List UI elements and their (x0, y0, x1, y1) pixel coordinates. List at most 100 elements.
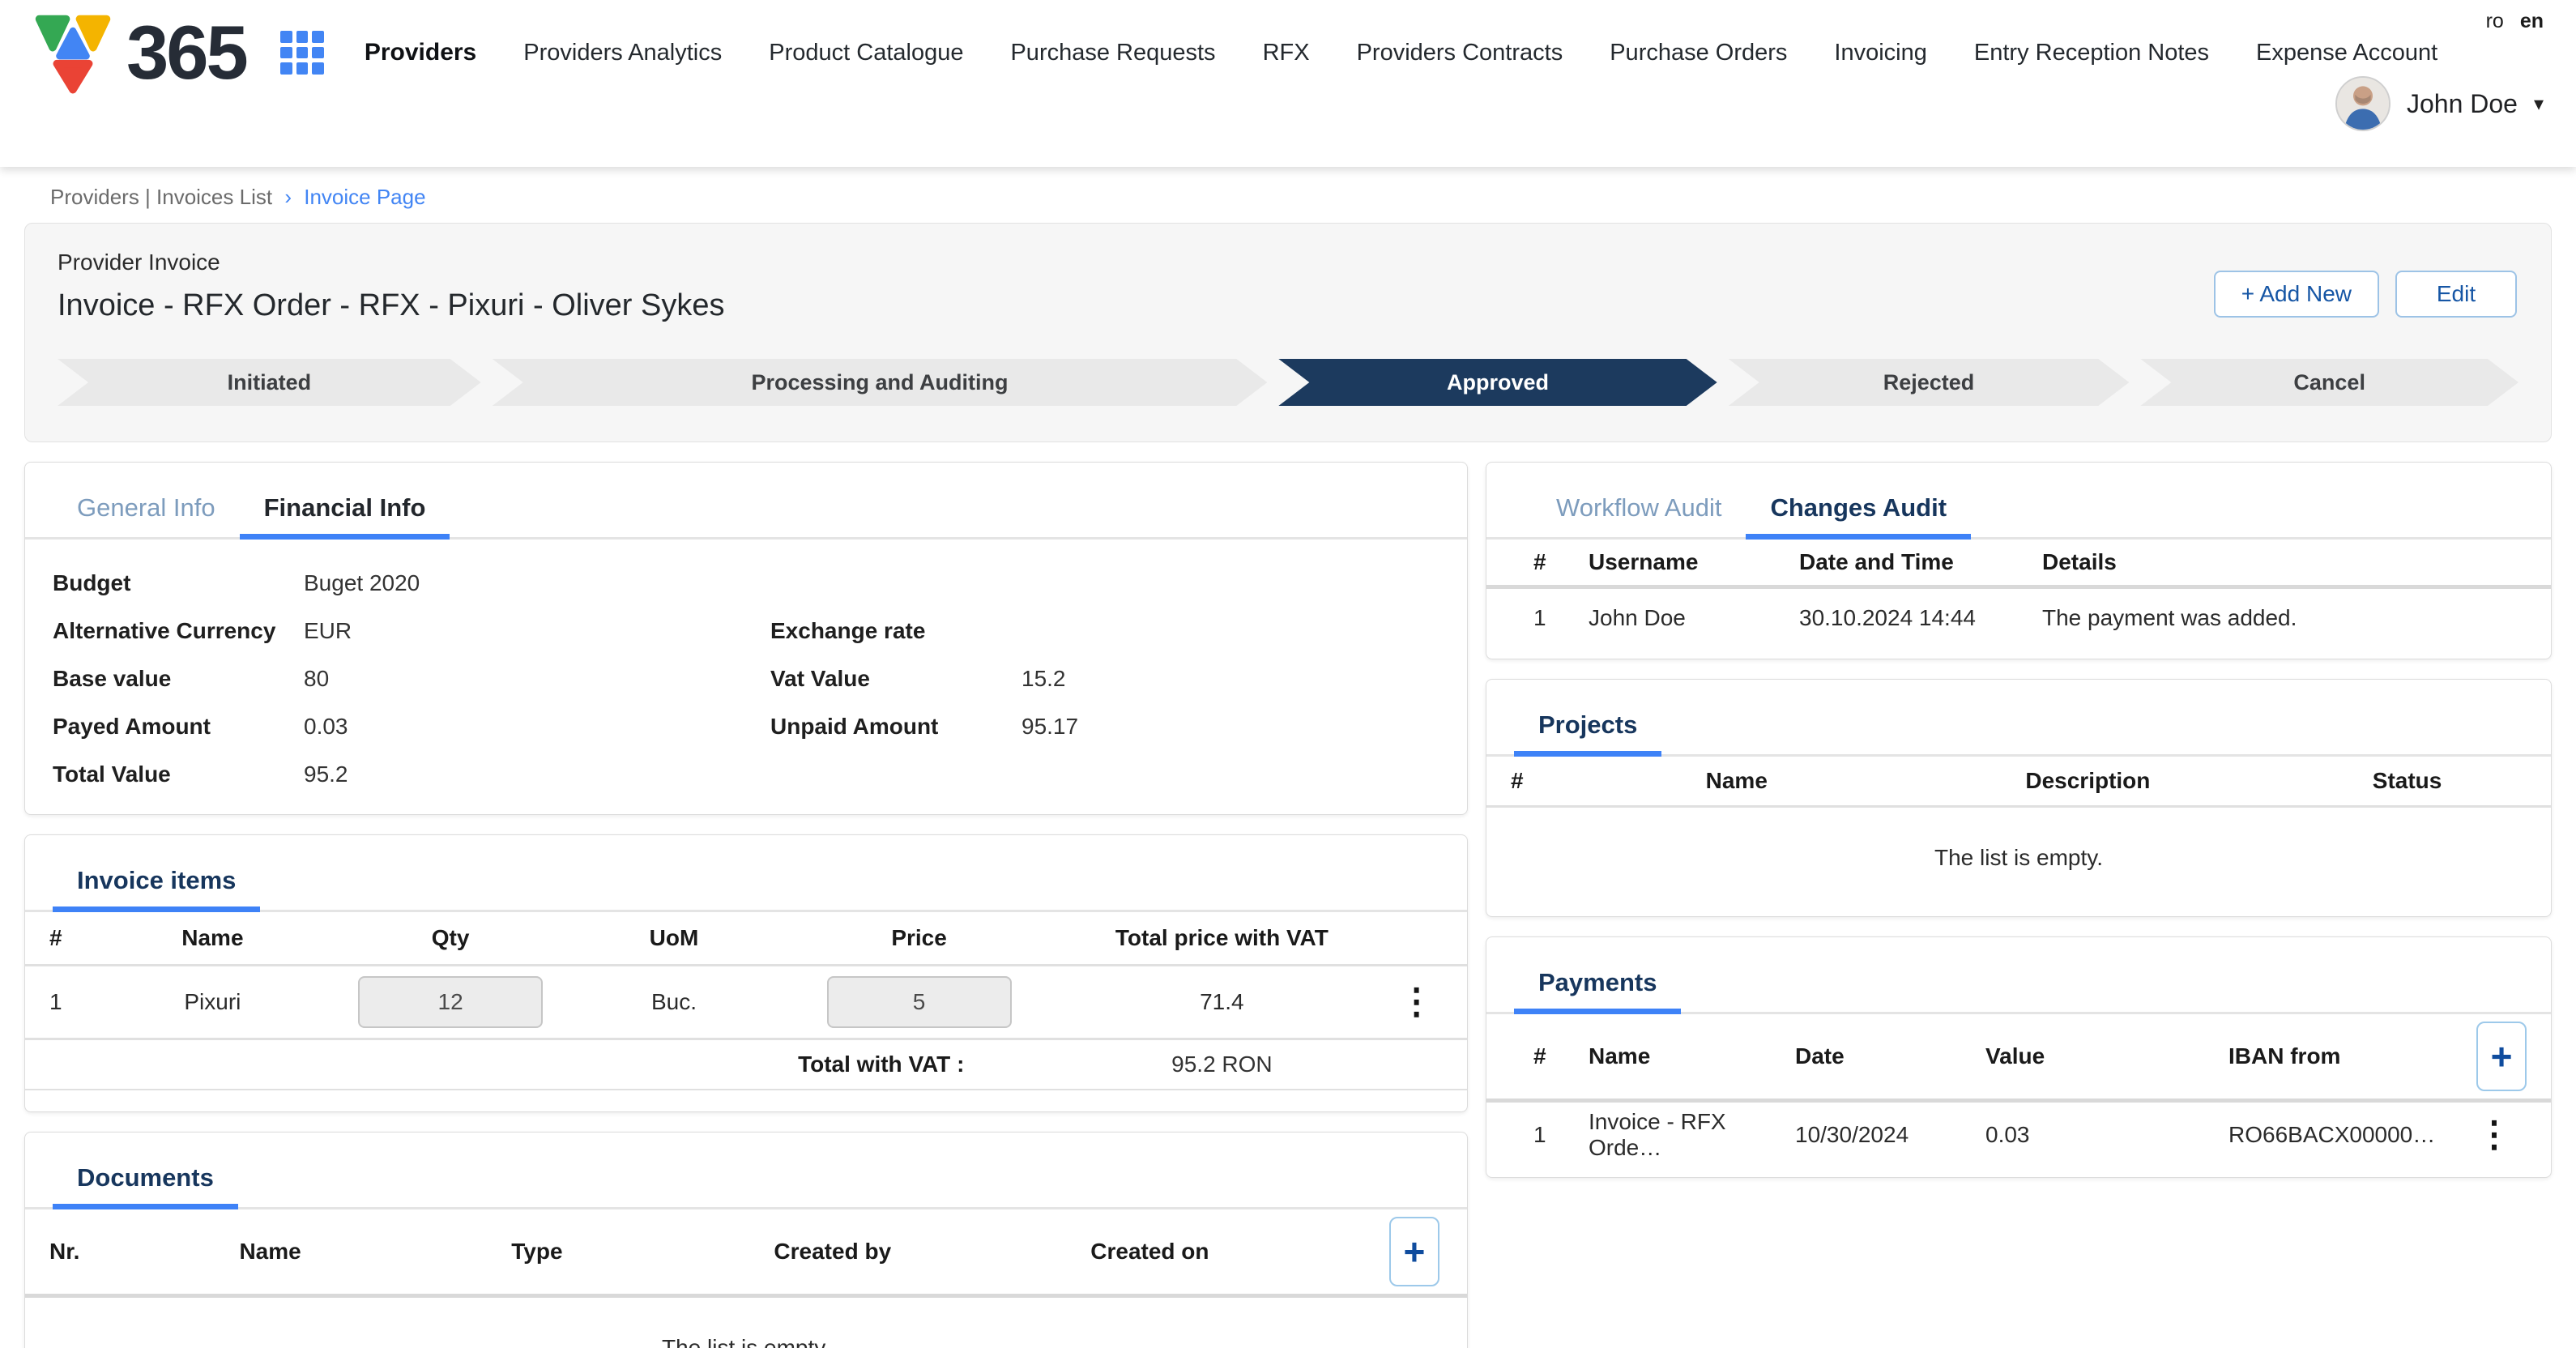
field-alternative-currency: Alternative Currency EUR (53, 607, 722, 655)
tab-invoice-items[interactable]: Invoice items (53, 856, 260, 910)
nav-item-providers[interactable]: Providers (365, 39, 476, 66)
field-budget: Budget Buget 2020 (53, 559, 722, 607)
breadcrumb-current[interactable]: Invoice Page (304, 185, 425, 209)
logo-text: 365 (126, 9, 246, 96)
user-menu[interactable]: John Doe ▾ (2335, 76, 2544, 131)
nav-item-providers-contracts[interactable]: Providers Contracts (1357, 40, 1563, 66)
breadcrumb-parent[interactable]: Providers | Invoices List (50, 185, 272, 209)
documents-empty-text: The list is empty. (25, 1298, 1467, 1348)
logo-icon (31, 11, 115, 95)
total-with-vat-value: 95.2 RON (1077, 1052, 1366, 1077)
audit-datetime: 30.10.2024 14:44 (1799, 605, 2042, 631)
projects-tabs: Projects (1486, 701, 2551, 757)
chevron-down-icon: ▾ (2534, 92, 2544, 116)
nav-item-invoicing[interactable]: Invoicing (1834, 40, 1926, 66)
audit-tabs: Workflow Audit Changes Audit (1486, 484, 2551, 540)
field-spacer (770, 559, 1439, 607)
payments-header: # Name Date Value IBAN from + (1486, 1014, 2551, 1098)
breadcrumb-separator-icon: › (284, 185, 292, 209)
documents-header: Nr. Name Type Created by Created on + (25, 1209, 1467, 1294)
financial-fields: Budget Buget 2020 Alternative Currency E… (25, 540, 1467, 814)
payment-value: 0.03 (1985, 1122, 2228, 1148)
payments-tabs: Payments (1486, 958, 2551, 1014)
payments-card: Payments # Name Date Value IBAN from + 1… (1486, 936, 2552, 1178)
avatar (2335, 76, 2390, 131)
audit-details: The payment was added. (2042, 605, 2527, 631)
workflow-stepper: Initiated Processing and Auditing Approv… (58, 359, 2518, 406)
tab-changes-audit[interactable]: Changes Audit (1746, 484, 1971, 537)
invoice-header-card: Provider Invoice Invoice - RFX Order - R… (24, 223, 2552, 442)
nav-item-purchase-requests[interactable]: Purchase Requests (1010, 40, 1215, 66)
audit-header: # Username Date and Time Details (1486, 540, 2551, 585)
nav-item-purchase-orders[interactable]: Purchase Orders (1610, 40, 1787, 66)
total-with-vat-label: Total with VAT : (25, 1052, 1077, 1077)
top-bar: 365 Providers Providers Analytics Produc… (0, 0, 2576, 167)
field-vat-value: Vat Value 15.2 (770, 655, 1439, 702)
invoice-item-row: 1 Pixuri Buc. 71.4 ⋮ (25, 966, 1467, 1038)
tab-general-info[interactable]: General Info (53, 484, 240, 537)
invoice-items-header: # Name Qty UoM Price Total price with VA… (25, 912, 1467, 964)
projects-card: Projects # Name Description Status The l… (1486, 679, 2552, 917)
add-new-button[interactable]: + Add New (2214, 271, 2379, 318)
nav-item-entry-reception-notes[interactable]: Entry Reception Notes (1974, 40, 2209, 66)
audit-row: 1 John Doe 30.10.2024 14:44 The payment … (1486, 589, 2551, 647)
nav-item-providers-analytics[interactable]: Providers Analytics (523, 40, 722, 66)
lang-en[interactable]: en (2520, 10, 2544, 33)
field-total-value: Total Value 95.2 (53, 750, 722, 798)
invoice-items-tabs: Invoice items (25, 856, 1467, 912)
apps-grid-icon[interactable] (280, 31, 324, 75)
workflow-step-approved[interactable]: Approved (1278, 359, 1717, 406)
content-area: General Info Financial Info Budget Buget… (24, 462, 2552, 1348)
invoice-info-card: General Info Financial Info Budget Buget… (24, 462, 1468, 815)
add-payment-button[interactable]: + (2476, 1022, 2527, 1091)
invoice-items-card: Invoice items # Name Qty UoM Price Total… (24, 834, 1468, 1112)
tab-documents[interactable]: Documents (53, 1154, 238, 1207)
item-total: 71.4 (1077, 989, 1366, 1015)
lang-ro[interactable]: ro (2486, 10, 2504, 33)
audit-card: Workflow Audit Changes Audit # Username … (1486, 462, 2552, 659)
tab-payments[interactable]: Payments (1514, 958, 1681, 1012)
projects-header: # Name Description Status (1486, 757, 2551, 805)
field-payed-amount: Payed Amount 0.03 (53, 702, 722, 750)
language-switcher: ro en (2486, 10, 2544, 33)
page-subtitle: Provider Invoice (58, 250, 2518, 275)
payment-row: 1 Invoice - RFX Orde… 10/30/2024 0.03 RO… (1486, 1103, 2551, 1167)
user-name: John Doe (2407, 89, 2518, 119)
payment-date: 10/30/2024 (1795, 1122, 1985, 1148)
workflow-step-rejected[interactable]: Rejected (1729, 359, 2130, 406)
qty-input[interactable] (358, 976, 543, 1028)
item-name: Pixuri (112, 989, 313, 1015)
payment-name: Invoice - RFX Orde… (1589, 1109, 1795, 1161)
item-number: 1 (25, 989, 112, 1015)
tab-projects[interactable]: Projects (1514, 701, 1661, 754)
workflow-step-initiated[interactable]: Initiated (58, 359, 481, 406)
breadcrumb: Providers | Invoices List › Invoice Page (0, 167, 2576, 223)
item-uom: Buc. (587, 989, 761, 1015)
main-nav: Providers Providers Analytics Product Ca… (365, 39, 2437, 66)
projects-empty-text: The list is empty. (1486, 808, 2551, 916)
tab-workflow-audit[interactable]: Workflow Audit (1532, 484, 1746, 537)
add-document-button[interactable]: + (1389, 1217, 1439, 1286)
field-base-value: Base value 80 (53, 655, 722, 702)
invoice-info-tabs: General Info Financial Info (25, 484, 1467, 540)
page-title: Invoice - RFX Order - RFX - Pixuri - Oli… (58, 288, 2518, 323)
price-input[interactable] (827, 976, 1012, 1028)
workflow-step-processing-and-auditing[interactable]: Processing and Auditing (493, 359, 1268, 406)
header-actions: + Add New Edit (2214, 271, 2517, 318)
documents-card: Documents Nr. Name Type Created by Creat… (24, 1132, 1468, 1348)
item-kebab-menu-icon[interactable]: ⋮ (1399, 984, 1435, 1020)
payment-kebab-menu-icon[interactable]: ⋮ (2476, 1117, 2512, 1153)
edit-button[interactable]: Edit (2395, 271, 2517, 318)
documents-tabs: Documents (25, 1154, 1467, 1209)
workflow-step-cancel[interactable]: Cancel (2140, 359, 2518, 406)
tab-financial-info[interactable]: Financial Info (240, 484, 450, 537)
audit-number: 1 (1533, 605, 1589, 631)
nav-item-rfx[interactable]: RFX (1263, 40, 1310, 66)
nav-item-product-catalogue[interactable]: Product Catalogue (769, 40, 963, 66)
nav-item-expense-account[interactable]: Expense Account (2256, 40, 2437, 66)
app-logo[interactable]: 365 (31, 9, 246, 96)
payment-iban: RO66BACX00000… (2228, 1122, 2462, 1148)
audit-username: John Doe (1589, 605, 1799, 631)
payment-number: 1 (1533, 1122, 1589, 1148)
invoice-total-row: Total with VAT : 95.2 RON (25, 1040, 1467, 1090)
